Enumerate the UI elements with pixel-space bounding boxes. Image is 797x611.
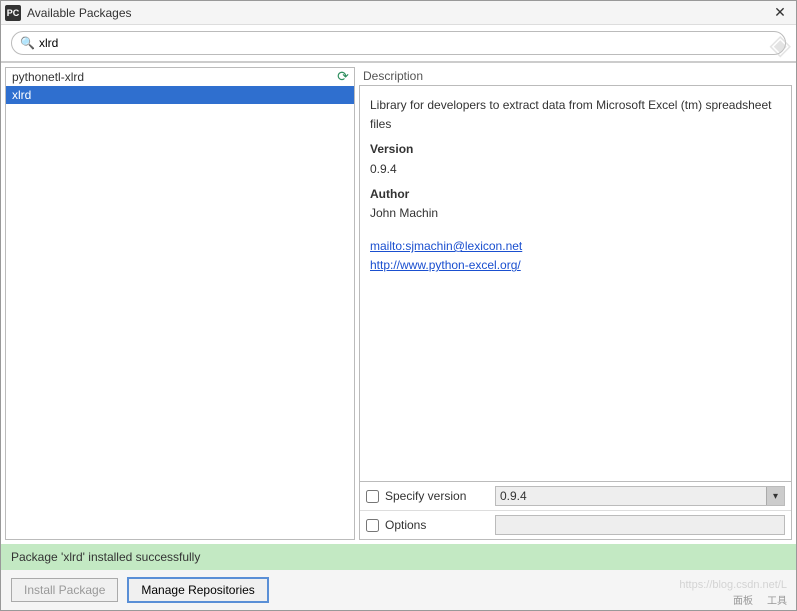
chevron-down-icon[interactable]: ▾ (766, 487, 784, 505)
button-bar: Install Package Manage Repositories (1, 570, 796, 610)
package-panel: pythonetl-xlrd ⟳ xlrd (5, 67, 355, 540)
ide-footer: 面板 工具 (733, 592, 787, 607)
package-list[interactable]: xlrd (6, 86, 354, 539)
version-label: Version (370, 140, 781, 159)
close-icon[interactable]: ✕ (768, 4, 792, 21)
specify-version-value: 0.9.4 (500, 489, 527, 503)
description-summary: Library for developers to extract data f… (370, 96, 781, 134)
window-title: Available Packages (27, 6, 768, 20)
website-link[interactable]: http://www.python-excel.org/ (370, 256, 781, 275)
search-row: 🔍 (1, 25, 796, 62)
detail-panel: Description Library for developers to ex… (359, 67, 792, 540)
titlebar: PC Available Packages ✕ (1, 1, 796, 25)
options-label: Options (385, 518, 495, 532)
version-value: 0.9.4 (370, 160, 781, 179)
manage-repositories-button[interactable]: Manage Repositories (128, 578, 267, 602)
options-box: Specify version 0.9.4 ▾ Options (359, 482, 792, 540)
panel-label: 面板 (733, 592, 753, 607)
package-list-header: pythonetl-xlrd ⟳ (6, 68, 354, 86)
specify-version-label: Specify version (385, 489, 495, 503)
author-value: John Machin (370, 204, 781, 223)
refresh-icon[interactable]: ⟳ (334, 68, 352, 86)
author-label: Author (370, 185, 781, 204)
mailto-link[interactable]: mailto:sjmachin@lexicon.net (370, 237, 781, 256)
dialog-window: PC Available Packages ✕ 🔍 pythonetl-xlrd… (0, 0, 797, 611)
description-box: Library for developers to extract data f… (359, 85, 792, 482)
search-icon: 🔍 (20, 36, 35, 50)
content-area: pythonetl-xlrd ⟳ xlrd Description Librar… (1, 62, 796, 544)
options-row: Options (360, 510, 791, 539)
description-label: Description (359, 67, 792, 85)
package-item-selected[interactable]: xlrd (6, 86, 354, 104)
search-box: 🔍 (11, 31, 786, 55)
specify-version-select[interactable]: 0.9.4 ▾ (495, 486, 785, 506)
search-input[interactable] (39, 36, 777, 50)
status-text: Package 'xlrd' installed successfully (11, 550, 200, 564)
options-checkbox[interactable] (366, 519, 379, 532)
app-icon: PC (5, 5, 21, 21)
specify-version-checkbox[interactable] (366, 490, 379, 503)
specify-version-row: Specify version 0.9.4 ▾ (360, 482, 791, 510)
options-input[interactable] (495, 515, 785, 535)
status-bar: Package 'xlrd' installed successfully (1, 544, 796, 570)
package-item[interactable]: pythonetl-xlrd (6, 68, 334, 86)
install-package-button[interactable]: Install Package (11, 578, 118, 602)
tools-label: 工具 (767, 592, 787, 607)
